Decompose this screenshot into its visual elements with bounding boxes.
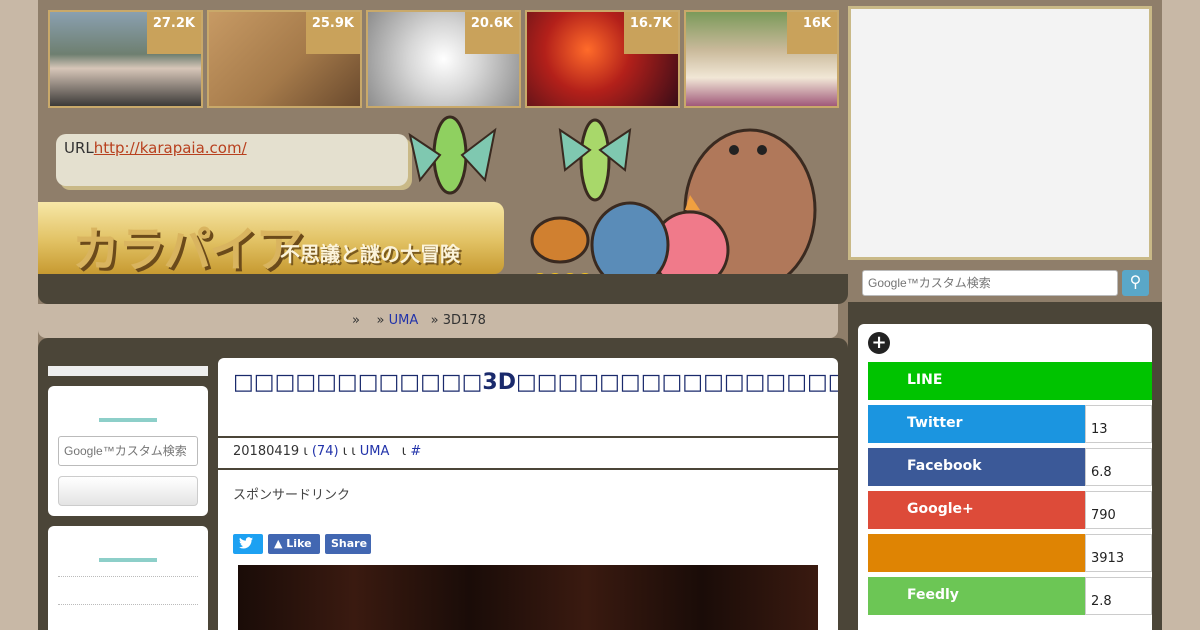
popular-thumbnails: 27.2K 25.9K 20.6K 16.7K 16K: [48, 10, 840, 110]
url-label: URL: [64, 139, 94, 157]
widget-divider: [99, 418, 157, 422]
share-count: 790: [1085, 491, 1152, 529]
breadcrumb-current: 3D178: [442, 313, 486, 328]
share-button-label[interactable]: Facebook: [868, 448, 1085, 486]
article-title[interactable]: □□□□□□□□□□□□3D□□□□□□□□□□□□□□□□□□□□□□□□□□…: [218, 358, 838, 438]
share-button-label[interactable]: Google+: [868, 491, 1085, 529]
thumbnail-count: 27.2K: [146, 12, 201, 54]
category-link[interactable]: UMA: [360, 444, 390, 459]
search-button[interactable]: [58, 476, 198, 506]
plus-icon[interactable]: +: [868, 332, 890, 354]
share-button-label[interactable]: Twitter: [868, 405, 1085, 443]
share-button-row[interactable]: Google+ 790: [868, 491, 1152, 529]
facebook-share-button[interactable]: Share: [325, 534, 371, 554]
article: □□□□□□□□□□□□3D□□□□□□□□□□□□□□□□□□□□□□□□□□…: [218, 358, 838, 630]
like-label: Like: [286, 537, 312, 550]
breadcrumb-separator: »: [430, 313, 439, 328]
thumbnail-5[interactable]: 16K: [684, 10, 839, 108]
list-divider: [58, 576, 198, 604]
header-bottom-bar: [38, 274, 848, 304]
sidebar-widget: [48, 526, 208, 630]
share-button-row[interactable]: Feedly 2.8: [868, 577, 1152, 615]
thumbnail-count: 16.7K: [623, 12, 678, 54]
thumbnail-4[interactable]: 16.7K: [525, 10, 680, 108]
ad-box[interactable]: [848, 6, 1152, 260]
share-button-label[interactable]: Feedly: [868, 577, 1085, 615]
widget-divider: [99, 558, 157, 562]
logo-text: カラパイア: [72, 222, 304, 278]
sponsor-label: スポンサードリンク: [233, 488, 351, 503]
thumbnail-2[interactable]: 25.9K: [207, 10, 362, 108]
thumbnail-count: 20.6K: [464, 12, 519, 54]
tag-link[interactable]: #: [410, 444, 421, 459]
twitter-bird-icon: [239, 537, 253, 549]
facebook-like-button[interactable]: ▲ Like: [268, 534, 320, 554]
thumbnail-3[interactable]: 20.6K: [366, 10, 521, 108]
comment-count-link[interactable]: (74): [312, 444, 339, 459]
article-meta: 20180419 ι (74) ι ι UMA ι #: [218, 438, 838, 470]
list-divider: [58, 604, 198, 630]
thumbnail-count: 25.9K: [305, 12, 360, 54]
logo-subtitle: 不思議と謎の大冒険: [280, 242, 460, 266]
meta-separator: ι: [401, 444, 407, 459]
share-count: 6.8: [1085, 448, 1152, 486]
breadcrumb-separator: »: [376, 313, 385, 328]
share-button-label[interactable]: LINE: [868, 362, 1152, 400]
sidebar-header-strip: [48, 366, 208, 376]
tweet-button[interactable]: [233, 534, 263, 554]
meta-separator: ι: [303, 444, 308, 459]
breadcrumb: » » UMA » 3D178: [38, 304, 838, 338]
article-share-row: ▲ Like Share: [233, 534, 371, 554]
share-button-row[interactable]: Facebook 6.8: [868, 448, 1152, 486]
share-count: 3913: [1085, 534, 1152, 572]
meta-separator: ι ι: [342, 444, 356, 459]
search-widget: [48, 386, 208, 516]
search-input[interactable]: [58, 436, 198, 466]
share-button-label[interactable]: [868, 534, 1085, 572]
article-date: 20180419: [233, 444, 300, 459]
share-button-row[interactable]: 3913: [868, 534, 1152, 572]
thumbnail-count: 16K: [787, 12, 837, 54]
search-icon[interactable]: ⚲: [1122, 270, 1149, 296]
site-logo[interactable]: カラパイア 不思議と謎の大冒険: [38, 202, 504, 278]
site-url-link[interactable]: http://karapaia.com/: [94, 139, 247, 157]
article-video[interactable]: [238, 565, 818, 630]
share-count: 2.8: [1085, 577, 1152, 615]
share-button-row[interactable]: Twitter 13: [868, 405, 1152, 443]
share-count: 13: [1085, 405, 1152, 443]
search-input[interactable]: [862, 270, 1118, 296]
breadcrumb-category-link[interactable]: UMA: [389, 313, 419, 328]
share-panel: + LINE Twitter 13 Facebook 6.8 Google+ 790 3913…: [858, 324, 1152, 630]
right-sidebar: ⚲ + LINETwitter13Facebook6.8Google+79039…: [848, 6, 1162, 630]
url-bubble: URLhttp://karapaia.com/: [56, 134, 408, 186]
thumbnail-1[interactable]: 27.2K: [48, 10, 203, 108]
share-button-row[interactable]: LINE: [868, 362, 1152, 400]
breadcrumb-separator: »: [352, 313, 360, 328]
left-sidebar: [48, 366, 208, 630]
right-search: ⚲: [848, 268, 1152, 298]
